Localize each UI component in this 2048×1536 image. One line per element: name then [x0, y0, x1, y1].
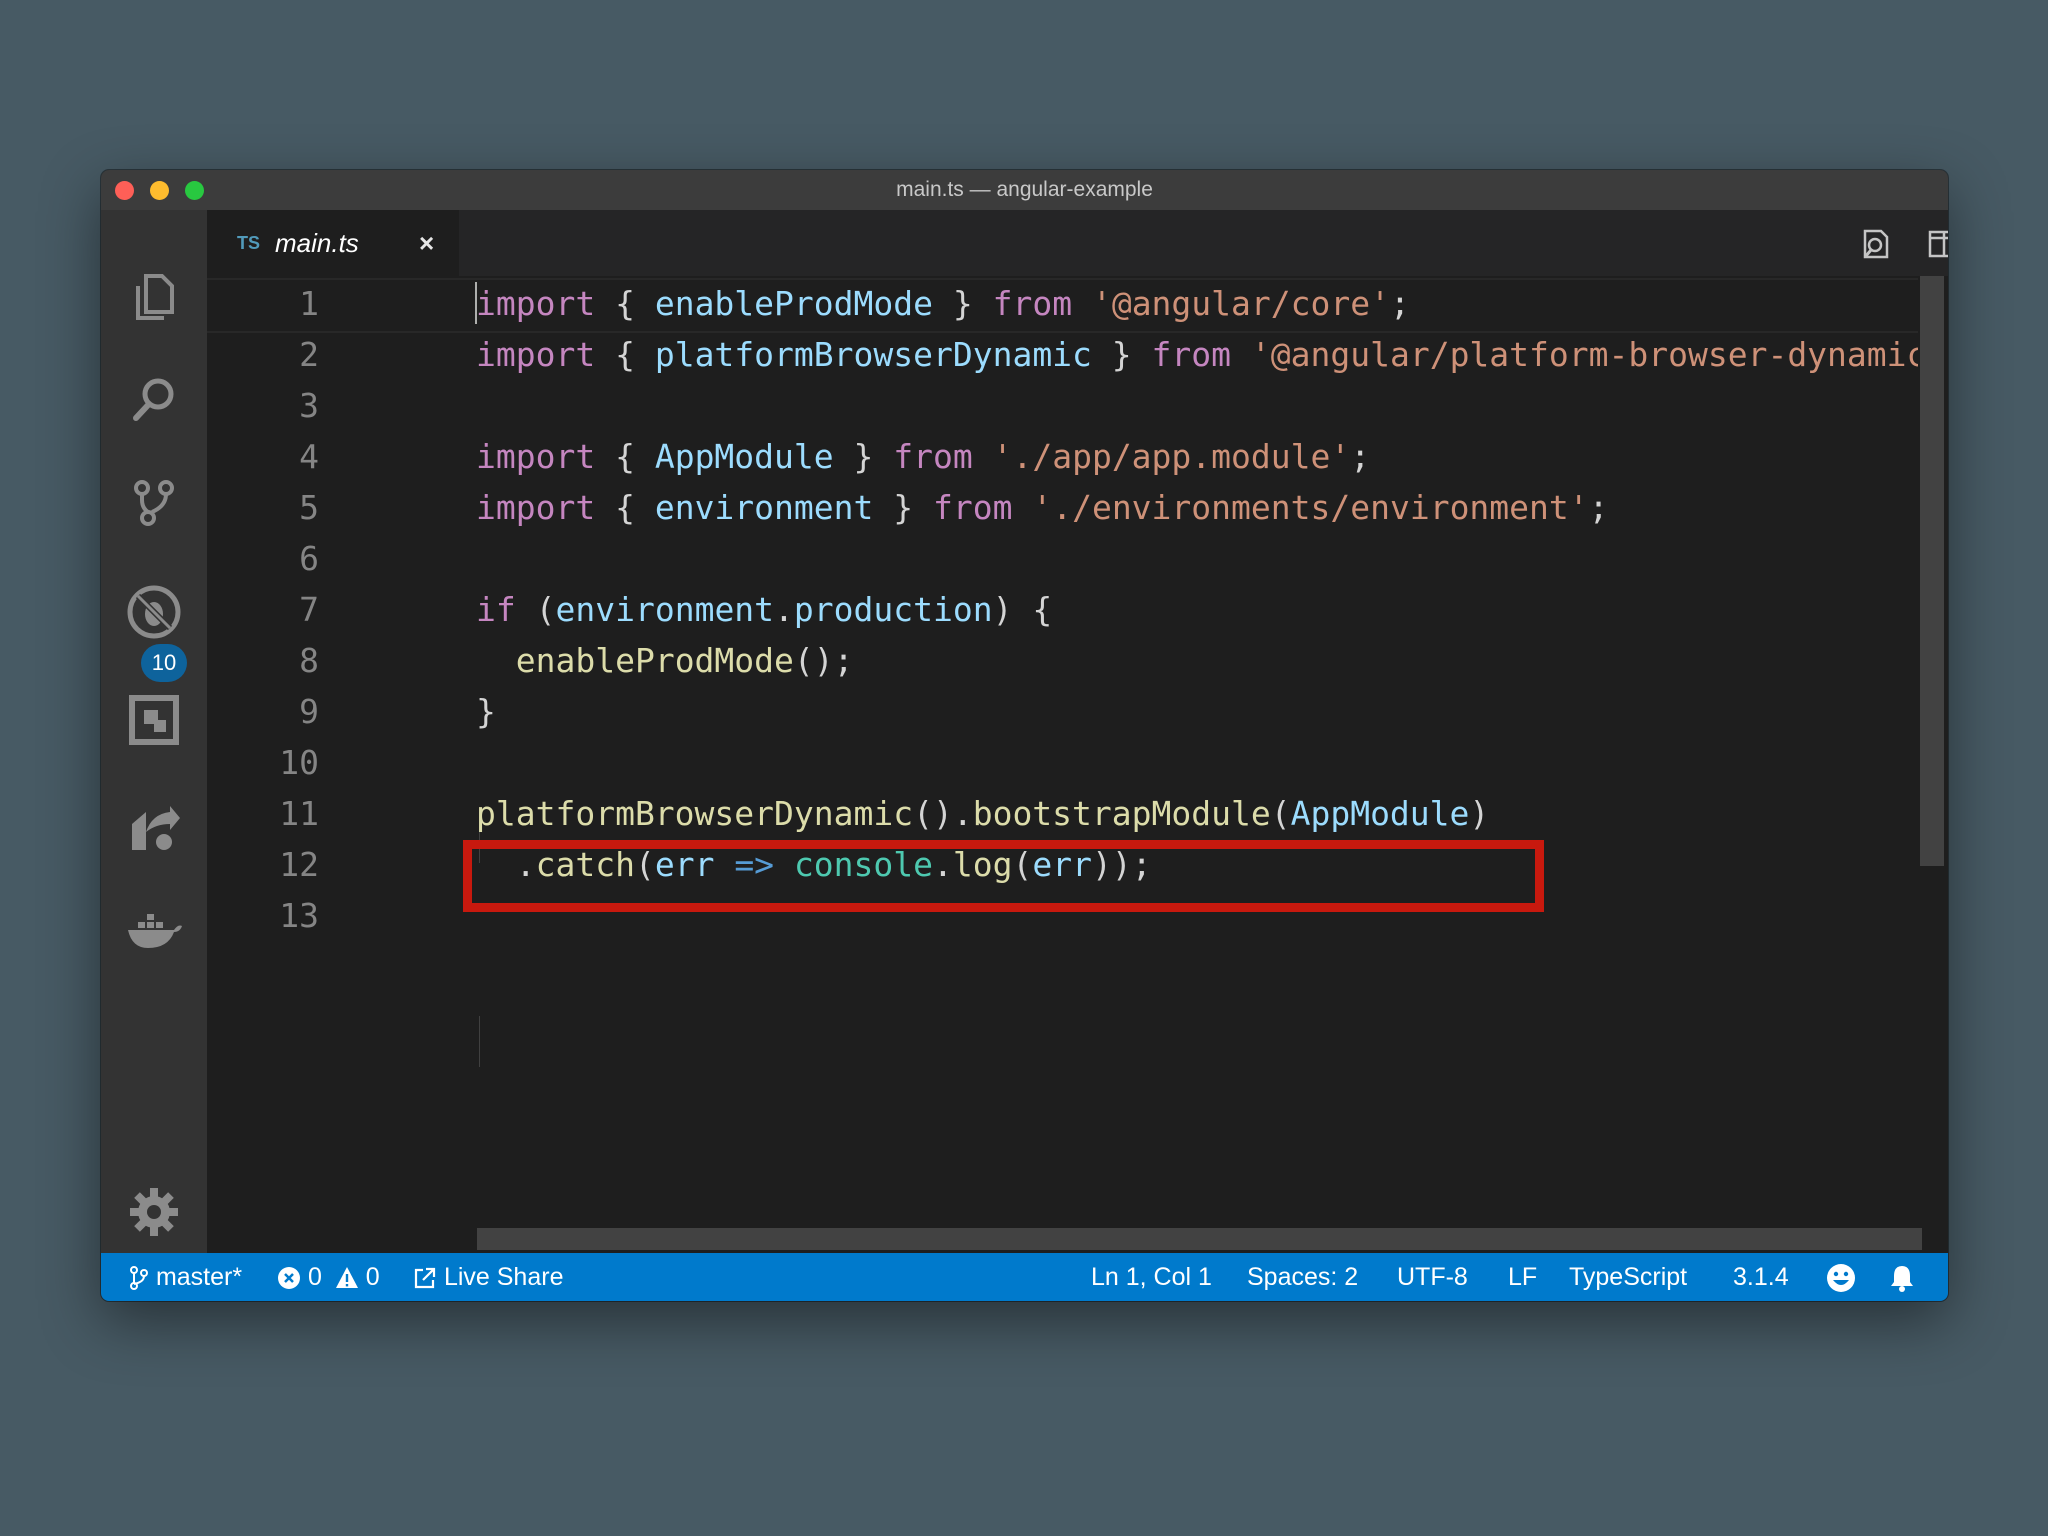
encoding-setting[interactable]: UTF-8	[1397, 1253, 1468, 1301]
cursor-position[interactable]: Ln 1, Col 1	[1091, 1253, 1212, 1301]
line-number: 8	[299, 641, 319, 680]
problems-indicator[interactable]: 0 0	[277, 1253, 380, 1301]
language-mode[interactable]: TypeScript	[1569, 1253, 1687, 1301]
highlight-box	[463, 840, 1544, 912]
warning-count: 0	[365, 1263, 380, 1291]
line-number: 7	[299, 590, 319, 629]
line-number: 10	[279, 743, 319, 782]
live-share-button[interactable]: Live Share	[413, 1253, 563, 1301]
source-control-badge: 10	[141, 644, 187, 682]
git-branch-icon	[130, 1266, 148, 1291]
line-number: 6	[299, 539, 319, 578]
editor-window: main.ts — angular-example 10 TS main.ts …	[101, 170, 1948, 1301]
live-share-icon[interactable]	[124, 798, 184, 858]
warning-icon	[335, 1267, 358, 1289]
share-icon	[414, 1268, 436, 1289]
source-control-icon[interactable]	[124, 472, 184, 532]
error-icon	[278, 1267, 300, 1290]
activity-bar: 10	[101, 210, 207, 1253]
code-editor[interactable]: 1 import { enableProdMode } from '@angula…	[207, 276, 1948, 1253]
typescript-version[interactable]: 3.1.4	[1733, 1253, 1789, 1301]
eol-setting[interactable]: LF	[1508, 1253, 1537, 1301]
extensions-icon[interactable]	[124, 690, 184, 750]
line-number: 3	[299, 386, 319, 425]
search-icon[interactable]	[124, 370, 184, 430]
horizontal-scrollbar[interactable]	[477, 1228, 1922, 1250]
line-number: 12	[279, 845, 319, 884]
line-number: 9	[299, 692, 319, 731]
line-number: 1	[299, 284, 319, 323]
vertical-scrollbar[interactable]	[1918, 276, 1948, 1253]
tab-main-ts[interactable]: TS main.ts ×	[207, 210, 459, 276]
line-number: 2	[299, 335, 319, 374]
branch-indicator[interactable]: master*	[129, 1253, 242, 1301]
debug-icon[interactable]	[124, 582, 184, 642]
branch-label: master*	[155, 1263, 243, 1291]
error-count: 0	[307, 1263, 322, 1291]
tab-bar: TS main.ts ×	[207, 210, 1948, 276]
indent-guide	[479, 1016, 480, 1067]
line-number: 13	[279, 896, 319, 935]
indentation-setting[interactable]: Spaces: 2	[1247, 1253, 1358, 1301]
open-preview-icon[interactable]	[1857, 225, 1895, 263]
window-title: main.ts — angular-example	[896, 178, 1153, 201]
feedback-icon[interactable]	[1825, 1253, 1857, 1301]
close-icon[interactable]: ×	[419, 210, 434, 276]
line-number: 4	[299, 437, 319, 476]
split-editor-icon[interactable]	[1925, 225, 1948, 263]
title-bar: main.ts — angular-example	[101, 170, 1948, 210]
line-number: 11	[279, 794, 319, 833]
status-bar: master* 0 0 Live Share Ln 1, Col 1 Space…	[101, 1253, 1948, 1301]
vertical-scroll-thumb[interactable]	[1920, 276, 1944, 866]
line-number: 5	[299, 488, 319, 527]
notifications-icon[interactable]	[1887, 1253, 1917, 1301]
docker-icon[interactable]	[124, 900, 184, 960]
tab-label: main.ts	[275, 228, 359, 258]
typescript-icon: TS	[237, 233, 261, 253]
gear-icon[interactable]	[124, 1182, 184, 1242]
live-share-label: Live Share	[443, 1263, 564, 1291]
explorer-icon[interactable]	[124, 266, 184, 326]
